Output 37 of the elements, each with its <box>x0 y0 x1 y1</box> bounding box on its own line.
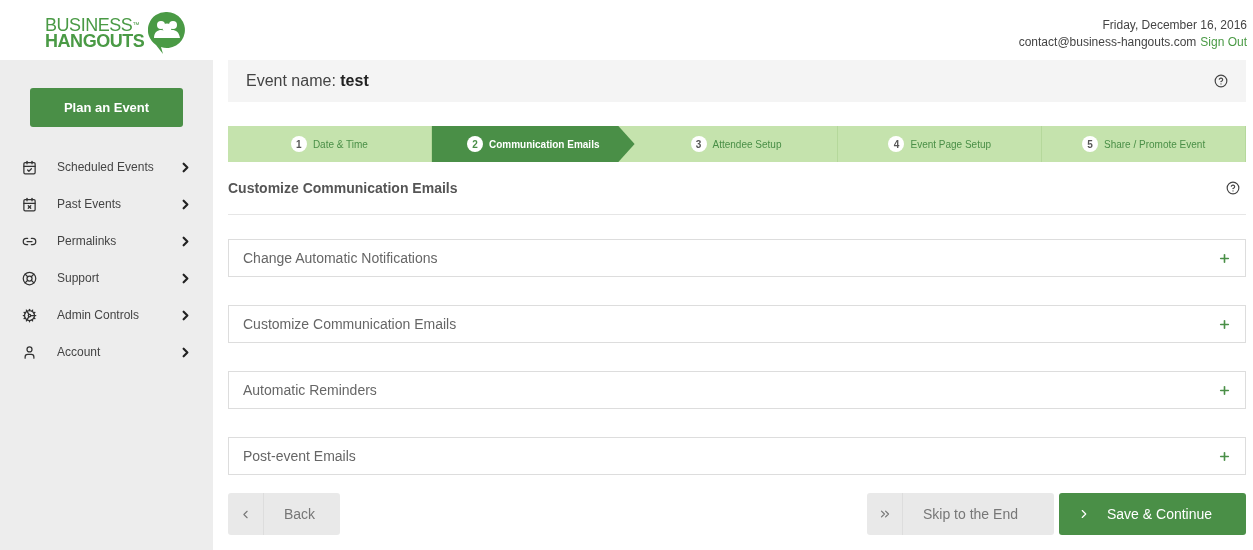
wizard-step[interactable]: 4 Event Page Setup <box>838 126 1043 162</box>
sidebar-item[interactable]: Account <box>0 340 213 364</box>
logo-text: BUSINESS <box>45 17 133 33</box>
wizard-step[interactable]: 3 Attendee Setup <box>634 126 839 162</box>
sidebar-item[interactable]: Scheduled Events <box>0 155 213 179</box>
section-title: Customize Communication Emails <box>228 178 458 198</box>
accordion-panel[interactable]: Customize Communication Emails <box>228 305 1246 343</box>
back-button[interactable]: Back <box>228 493 340 535</box>
accordion-panel[interactable]: Automatic Reminders <box>228 371 1246 409</box>
plus-icon <box>1218 251 1231 265</box>
lifebuoy-icon <box>22 270 37 286</box>
plan-event-button[interactable]: Plan an Event <box>30 88 183 127</box>
wizard-step[interactable]: 5 Share / Promote Event <box>1042 126 1246 162</box>
accordion-panel[interactable]: Change Automatic Notifications <box>228 239 1246 277</box>
skip-button[interactable]: Skip to the End <box>867 493 1054 535</box>
logo-text: HANGOUTS <box>45 33 145 49</box>
save-continue-button[interactable]: Save & Continue <box>1059 493 1246 535</box>
accordion-panel[interactable]: Post-event Emails <box>228 437 1246 475</box>
sidebar-item[interactable]: Permalinks <box>0 229 213 253</box>
plus-icon <box>1218 449 1231 463</box>
sidebar-item[interactable]: Past Events <box>0 192 213 216</box>
sidebar-item[interactable]: Admin Controls <box>0 303 213 327</box>
plus-icon <box>1218 317 1231 331</box>
event-name: Event name: test <box>246 71 369 91</box>
calendar-x-icon <box>22 196 37 212</box>
wizard-step[interactable]: 1 Date & Time <box>228 126 432 162</box>
logo-icon <box>148 11 187 55</box>
calendar-check-icon <box>22 159 37 175</box>
user-email: contact@business-hangouts.com <box>1018 34 1197 51</box>
help-icon[interactable] <box>1214 74 1228 88</box>
current-date: Friday, December 16, 2016 <box>1102 17 1247 34</box>
help-icon[interactable] <box>1226 181 1240 195</box>
sidebar-item[interactable]: Support <box>0 266 213 290</box>
sign-out-link[interactable]: Sign Out <box>1200 34 1247 51</box>
plus-icon <box>1218 383 1231 397</box>
user-icon <box>22 344 37 360</box>
wizard-step[interactable]: 2 Communication Emails <box>431 126 635 162</box>
